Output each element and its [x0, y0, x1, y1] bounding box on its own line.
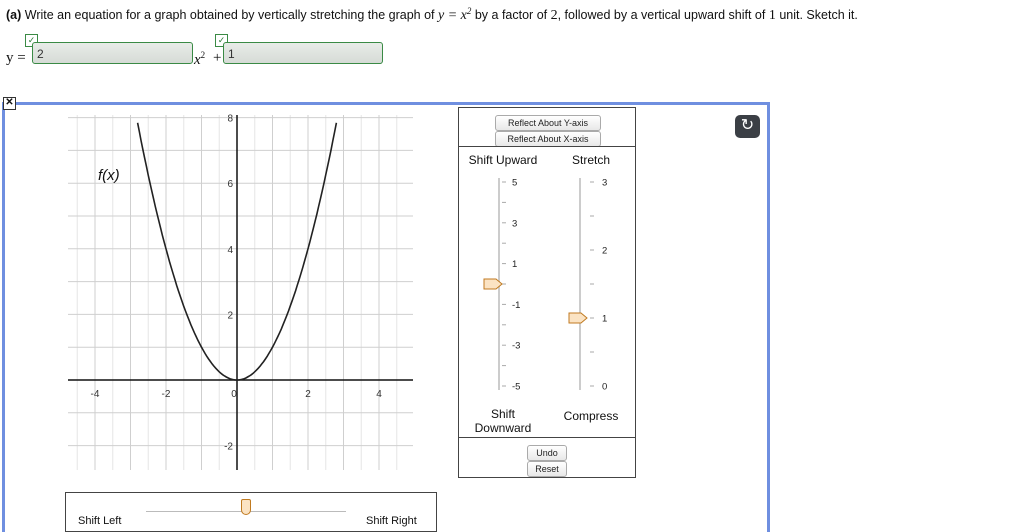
- undo-button[interactable]: Undo: [527, 445, 567, 461]
- shift-downward-label: Shift Downward: [463, 407, 543, 435]
- question-exp: 2: [466, 6, 472, 16]
- y-tick-label: 8: [227, 114, 233, 125]
- shift-tick-label: 3: [512, 218, 517, 229]
- question-text-4: unit. Sketch it.: [779, 8, 858, 23]
- divider: [459, 437, 635, 438]
- slider-area: 5 3 1 -1 -3 -5 3 2 1 0: [483, 178, 607, 393]
- shift-left-label: Shift Left: [78, 515, 122, 527]
- refresh-icon[interactable]: ↻: [735, 115, 760, 138]
- shift-tick-label: -3: [512, 341, 520, 352]
- function-graph[interactable]: -4 -2 0 2 4 8 6 4 2 -2 f(x): [0, 0, 460, 470]
- y-tick-label: -2: [224, 442, 233, 453]
- question-text-2: by a factor of: [474, 8, 548, 23]
- shift-tick-label: 5: [512, 178, 517, 189]
- shift-word: Shift: [490, 407, 515, 421]
- shift-tick-label: -1: [512, 300, 520, 311]
- stretch-tick-label: 0: [602, 382, 607, 393]
- stretch-tick-label: 3: [602, 178, 607, 189]
- y-tick-label: 4: [227, 245, 233, 256]
- downward-word: Downward: [474, 421, 532, 435]
- function-label: f(x): [98, 167, 120, 184]
- reset-button[interactable]: Reset: [527, 461, 567, 477]
- shift-tick-label: 1: [512, 259, 517, 270]
- horizontal-slider-thumb[interactable]: [241, 499, 251, 515]
- question-shift: 1: [768, 8, 776, 24]
- question-factor: 2: [550, 8, 558, 24]
- y-tick-label: 6: [227, 179, 233, 190]
- shift-right-label: Shift Right: [366, 515, 417, 527]
- stretch-tick-label: 2: [602, 246, 607, 257]
- x-tick-label: 2: [305, 389, 311, 400]
- x-tick-label: 0: [231, 389, 237, 400]
- control-panel: Reflect About Y-axis Reflect About X-axi…: [458, 107, 636, 478]
- horizontal-shift-control: Shift Left Shift Right: [65, 492, 437, 532]
- question-text-3: , followed by a vertical upward shift of: [557, 8, 766, 23]
- y-tick-label: 2: [227, 310, 233, 321]
- x-tick-label: -4: [91, 389, 100, 400]
- shift-tick-label: -5: [512, 382, 520, 393]
- x-tick-label: -2: [162, 389, 171, 400]
- compress-label: Compress: [563, 409, 619, 423]
- x-tick-label: 4: [376, 389, 382, 400]
- stretch-tick-label: 1: [602, 314, 607, 325]
- stretch-slider-thumb[interactable]: [568, 312, 588, 324]
